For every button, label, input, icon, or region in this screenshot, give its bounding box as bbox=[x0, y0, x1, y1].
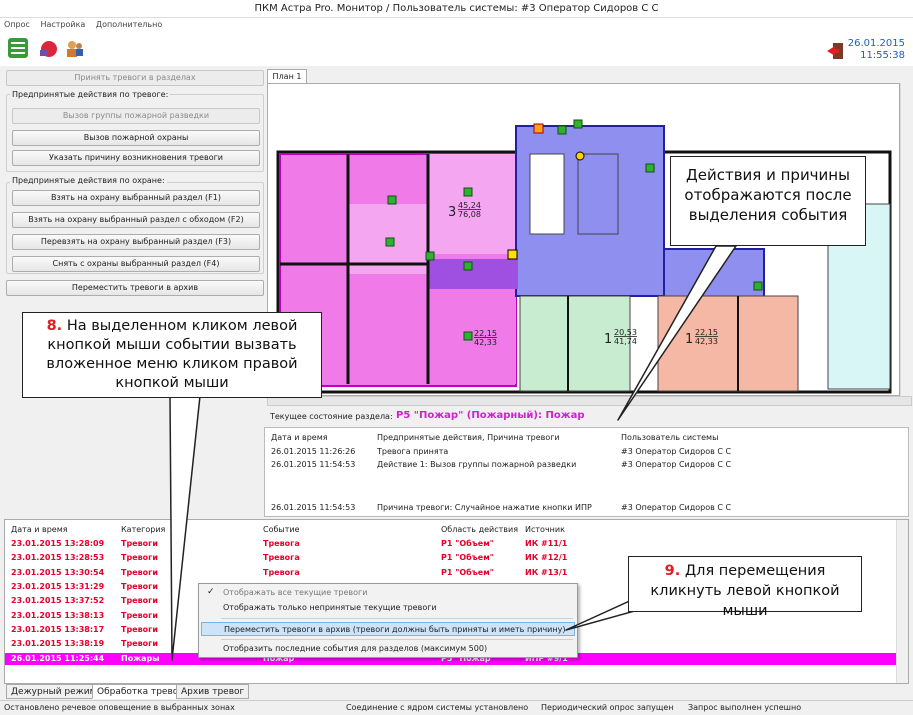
callout-step-8-text: На выделенном кликом левой кнопкой мыши … bbox=[46, 318, 298, 391]
callout-actions-reasons: Действия и причины отображаются после вы… bbox=[670, 156, 866, 246]
callout-step-9: 9. Для перемещения кликнуть левой кнопко… bbox=[628, 556, 862, 619]
callout-step-9-number: 9. bbox=[664, 563, 681, 579]
callout-step-8-number: 8. bbox=[46, 318, 63, 334]
callout-step-8: 8. На выделенном кликом левой кнопкой мы… bbox=[22, 312, 322, 398]
